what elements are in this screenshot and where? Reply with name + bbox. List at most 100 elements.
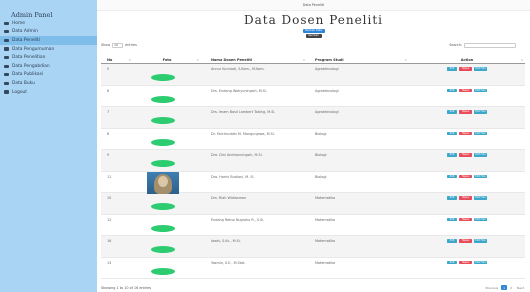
cell-no: 13 (107, 260, 112, 265)
cell-foto (133, 129, 201, 150)
cell-no: 16 (107, 239, 112, 243)
delete-button[interactable]: Hapus (459, 153, 472, 157)
user-icon (4, 38, 9, 43)
edit-photo-button[interactable]: Edit Foto (474, 67, 487, 71)
edit-photo-button[interactable]: Edit Foto (474, 239, 487, 243)
cell-nama: Dr. Farchruddin M. Mangunjawa, M.Si. (211, 131, 275, 136)
table-row: 13 Yasmin, S.E., M.Stat. Matematika Edit Hap… (101, 258, 525, 279)
researcher-photo (147, 171, 179, 194)
delete-button[interactable]: Hapus (459, 131, 472, 136)
pagination-next[interactable]: Next (515, 285, 526, 290)
sidebar-item-data-publikasi[interactable]: Data Publikasi (0, 71, 97, 80)
edit-photo-button[interactable]: Edit Foto (474, 110, 487, 114)
cell-foto (133, 86, 201, 107)
sidebar-item-data-penelitian[interactable]: Data Penelitian (0, 53, 97, 62)
table-row: 11 Dra. Harini Budiani, M. Si. Biologi Edit… (101, 171, 525, 194)
search-box: Search: (449, 42, 516, 48)
sidebar-item-data-pengabdian[interactable]: Data Pengabdian (0, 62, 97, 71)
topbar-title: Data Peneliti (302, 3, 325, 7)
cell-prodi: Agroteknologi (315, 88, 339, 93)
delete-button[interactable]: Hapus (459, 174, 472, 179)
pagination-previous[interactable]: Previous (483, 285, 500, 290)
cell-no: 11 (107, 174, 112, 179)
topbar: Data Peneliti (97, 0, 530, 11)
table-row: 16 Iwahi, S.Kc., M.Si. Matematika Edit Hapus… (101, 236, 525, 258)
edit-button[interactable]: Edit (447, 110, 457, 114)
flask-icon (4, 56, 9, 60)
pagination-page-1[interactable]: 1 (501, 285, 508, 290)
edit-photo-button[interactable]: Edit Foto (474, 260, 487, 265)
delete-button[interactable]: Hapus (459, 196, 472, 200)
column-header-prodi[interactable]: Program Studi ⇅ (307, 57, 409, 63)
show-label: Show (101, 43, 111, 47)
sidebar-item-home[interactable]: Home (0, 19, 97, 28)
edit-photo-button[interactable]: Edit Foto (474, 131, 487, 136)
cell-nama: Dra. Harini Budiani, M. Si. (211, 174, 255, 179)
back-button[interactable]: Kembali (305, 34, 322, 38)
edit-button[interactable]: Edit (447, 217, 457, 222)
search-input[interactable] (464, 42, 516, 48)
edit-photo-button[interactable]: Edit Foto (474, 153, 487, 157)
sidebar-item-data-buku[interactable]: Data Buku (0, 79, 97, 88)
edit-button[interactable]: Edit (447, 153, 457, 157)
sidebar: Admin Panel Home Data Admin Data Penelit… (0, 0, 97, 292)
edit-photo-button[interactable]: Edit Foto (474, 196, 487, 200)
column-header-label: Nama Dosen Peneliti (211, 58, 253, 62)
table-footer: Showing 1 to 10 of 16 entries Previous 1… (101, 284, 526, 291)
edit-button[interactable]: Edit (447, 88, 457, 93)
table-row: 7 Drs. Imam Basil Lambert Tobing, M.Si. Ag… (101, 107, 525, 129)
delete-button[interactable]: Hapus (459, 239, 472, 243)
cell-prodi: Biologi (315, 131, 327, 136)
delete-button[interactable]: Hapus (459, 88, 472, 93)
photo-placeholder (151, 117, 175, 124)
edit-button[interactable]: Edit (447, 174, 457, 179)
main-content: Data Peneliti Data Dosen Peneliti Tambah… (97, 0, 530, 292)
edit-photo-button[interactable]: Edit Foto (474, 217, 487, 222)
column-header-foto[interactable]: Foto ⇅ (133, 57, 201, 63)
edit-button[interactable]: Edit (447, 131, 457, 136)
sidebar-item-label: Home (12, 20, 25, 26)
sort-icon: ⇅ (520, 58, 523, 62)
edit-photo-button[interactable]: Edit Foto (474, 174, 487, 179)
edit-button[interactable]: Edit (447, 196, 457, 200)
cell-action: Edit Hapus Edit Foto (409, 172, 525, 193)
photo-placeholder (151, 74, 175, 81)
cell-action: Edit Hapus Edit Foto (409, 215, 525, 236)
sidebar-item-data-peneliti[interactable]: Data Peneliti (0, 36, 97, 45)
sort-icon: ⇅ (302, 58, 305, 62)
column-header-no[interactable]: No ⇅ (101, 57, 133, 63)
delete-button[interactable]: Hapus (459, 110, 472, 114)
cell-no: 6 (107, 88, 110, 93)
sidebar-item-logout[interactable]: Logout (0, 88, 97, 97)
delete-button[interactable]: Hapus (459, 67, 472, 71)
search-label: Search: (449, 43, 462, 47)
sidebar-item-data-pengumuman[interactable]: Data Pengumuman (0, 45, 97, 54)
add-data-button[interactable]: Tambah Data (302, 29, 325, 33)
photo-placeholder (151, 203, 175, 210)
logout-icon (4, 90, 9, 94)
sidebar-item-data-admin[interactable]: Data Admin (0, 28, 97, 37)
photo-placeholder (151, 95, 175, 103)
photo-placeholder (151, 160, 175, 167)
table-row: 6 Drs. Endang Wahyuningsih, M.Si. Agrotekn… (101, 86, 525, 107)
sidebar-item-label: Data Pengabdian (12, 63, 50, 69)
edit-button[interactable]: Edit (447, 239, 457, 243)
photo-placeholder (151, 224, 175, 232)
delete-button[interactable]: Hapus (459, 260, 472, 265)
cell-foto (133, 215, 201, 236)
cell-prodi: Matematika (315, 239, 336, 243)
cell-nama: Iwahi, S.Kc., M.Si. (211, 239, 241, 243)
column-header-action[interactable]: Action ⇅ (409, 57, 525, 63)
edit-button[interactable]: Edit (447, 67, 457, 71)
delete-button[interactable]: Hapus (459, 217, 472, 222)
edit-button[interactable]: Edit (447, 260, 457, 265)
cell-action: Edit Hapus Edit Foto (409, 129, 525, 150)
show-entries: Show 10 entries (101, 42, 137, 48)
entries-select[interactable]: 10 (112, 42, 124, 48)
cell-foto (133, 171, 201, 194)
table-header: No ⇅ Foto ⇅ Nama Dosen Peneliti ⇅ Program S… (101, 57, 525, 64)
pagination-page-2[interactable]: 2 (508, 285, 514, 290)
edit-photo-button[interactable]: Edit Foto (474, 88, 487, 93)
column-header-label: No (107, 58, 113, 62)
column-header-nama[interactable]: Nama Dosen Peneliti ⇅ (201, 57, 307, 63)
